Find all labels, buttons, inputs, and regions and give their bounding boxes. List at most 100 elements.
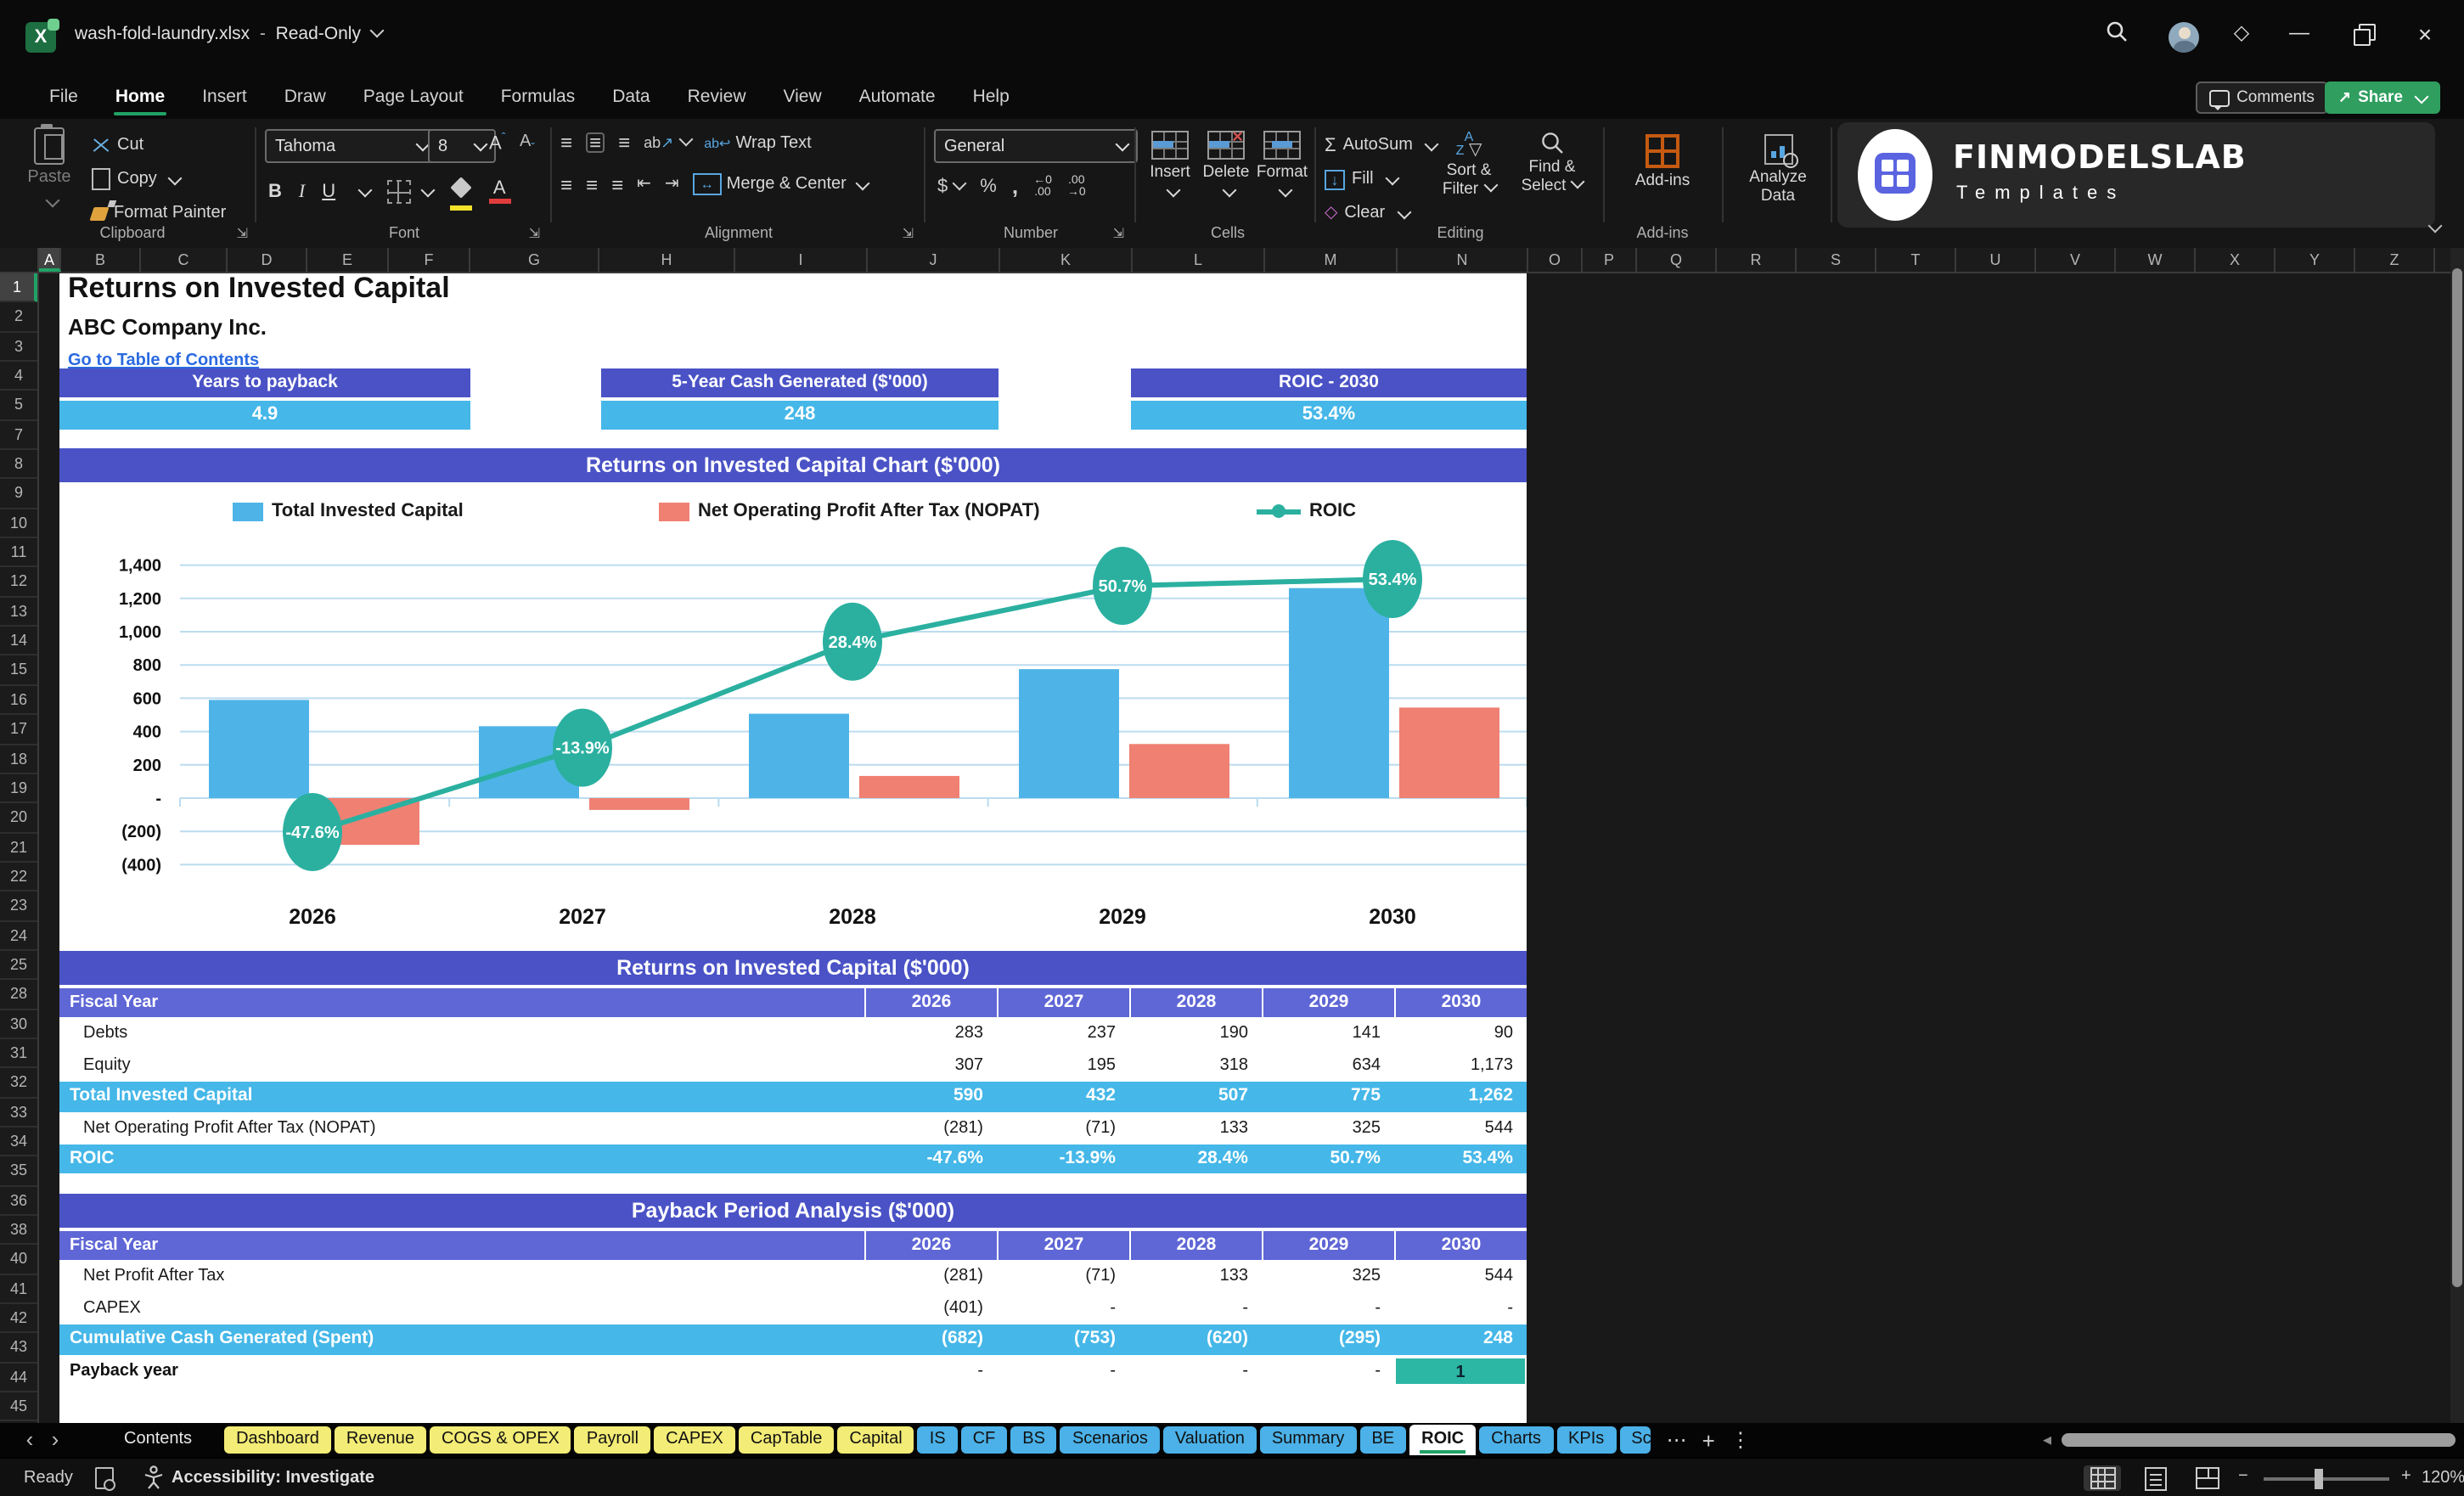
ribbon-tab-draw[interactable]: Draw	[266, 75, 345, 119]
column-header-M[interactable]: M	[1265, 248, 1398, 272]
row-header-23[interactable]: 23	[0, 891, 37, 921]
wrap-text-button[interactable]: ab↩Wrap Text	[704, 133, 812, 152]
zoom-slider-thumb[interactable]	[2315, 1469, 2323, 1489]
column-header-T[interactable]: T	[1876, 248, 1956, 272]
row-header-21[interactable]: 21	[0, 833, 37, 863]
decrease-decimal-button[interactable]: .00→0	[1067, 174, 1086, 198]
row-header-9[interactable]: 9	[0, 480, 37, 509]
decrease-font-button[interactable]: Aˇ	[520, 132, 535, 155]
sort-filter-button[interactable]: AZ ▽ Sort &Filter	[1433, 131, 1505, 199]
sheet-tab-kpis[interactable]: KPIs	[1556, 1426, 1616, 1454]
column-header-N[interactable]: N	[1398, 248, 1528, 272]
macro-record-icon[interactable]	[95, 1467, 114, 1489]
row-header-40[interactable]: 40	[0, 1246, 37, 1275]
prev-sheet-arrow[interactable]: ‹	[17, 1423, 42, 1457]
row-header-22[interactable]: 22	[0, 863, 37, 892]
page-break-view-button[interactable]	[2189, 1465, 2226, 1491]
row-header-7[interactable]: 7	[0, 420, 37, 450]
row-header-2[interactable]: 2	[0, 303, 37, 333]
ribbon-tab-page-layout[interactable]: Page Layout	[345, 75, 482, 119]
column-header-L[interactable]: L	[1133, 248, 1265, 272]
column-header-R[interactable]: R	[1717, 248, 1797, 272]
comments-button[interactable]: Comments	[2196, 82, 2328, 114]
font-dialog-launcher[interactable]: ⇲	[529, 226, 540, 241]
minimize-button[interactable]: —	[2282, 20, 2316, 44]
search-icon[interactable]	[2099, 20, 2133, 48]
row-header-33[interactable]: 33	[0, 1098, 37, 1128]
sheet-tab-summary[interactable]: Summary	[1260, 1426, 1357, 1454]
ribbon-tab-insert[interactable]: Insert	[183, 75, 266, 119]
underline-button[interactable]: U	[322, 182, 335, 202]
user-avatar[interactable]	[2169, 22, 2199, 53]
ribbon-tab-data[interactable]: Data	[593, 75, 668, 119]
sheet-tab-sc[interactable]: Sc	[1619, 1426, 1651, 1454]
sheet-tab-scenarios[interactable]: Scenarios	[1060, 1426, 1160, 1454]
row-header-41[interactable]: 41	[0, 1274, 37, 1304]
horizontal-scrollbar-thumb[interactable]	[2062, 1433, 2456, 1447]
row-header-4[interactable]: 4	[0, 362, 37, 391]
addins-button[interactable]: Add-ins	[1610, 134, 1715, 190]
close-button[interactable]: ×	[2408, 20, 2442, 48]
sheet-options-icon[interactable]: ⋮	[1730, 1428, 1751, 1452]
share-button[interactable]: ↗ Share	[2325, 82, 2440, 114]
row-header-5[interactable]: 5	[0, 391, 37, 421]
row-header-45[interactable]: 45	[0, 1392, 37, 1422]
column-header-X[interactable]: X	[2196, 248, 2276, 272]
sheet-tab-capital[interactable]: Capital	[837, 1426, 914, 1454]
column-header-G[interactable]: G	[470, 248, 599, 272]
row-header-16[interactable]: 16	[0, 686, 37, 716]
select-all-corner[interactable]	[0, 248, 39, 272]
ribbon-tab-view[interactable]: View	[765, 75, 841, 119]
align-middle-icon[interactable]: ≡	[586, 132, 605, 153]
paste-button[interactable]: Paste	[17, 127, 82, 217]
row-header-20[interactable]: 20	[0, 803, 37, 833]
row-header-42[interactable]: 42	[0, 1304, 37, 1334]
table-of-contents-link[interactable]: Go to Table of Contents	[68, 352, 259, 370]
row-header-35[interactable]: 35	[0, 1157, 37, 1187]
column-header-P[interactable]: P	[1583, 248, 1637, 272]
document-title[interactable]: wash-fold-laundry.xlsx - Read-Only	[75, 24, 383, 44]
row-header-18[interactable]: 18	[0, 745, 37, 774]
sheet-tab-is[interactable]: IS	[918, 1426, 958, 1454]
currency-format-button[interactable]: $	[937, 176, 965, 196]
decrease-indent-icon[interactable]: ⇤	[637, 175, 651, 194]
percent-format-button[interactable]: %	[980, 176, 997, 196]
row-header-28[interactable]: 28	[0, 981, 37, 1010]
column-header-I[interactable]: I	[735, 248, 868, 272]
find-select-button[interactable]: Find &Select	[1515, 131, 1589, 195]
hscroll-left-arrow[interactable]: ◂	[2043, 1431, 2051, 1450]
align-left-icon[interactable]: ≡	[560, 176, 572, 193]
sheet-tab-valuation[interactable]: Valuation	[1163, 1426, 1257, 1454]
row-header-8[interactable]: 8	[0, 450, 37, 480]
row-header-43[interactable]: 43	[0, 1334, 37, 1364]
row-header-44[interactable]: 44	[0, 1363, 37, 1392]
row-header-38[interactable]: 38	[0, 1216, 37, 1246]
column-header-Z[interactable]: Z	[2355, 248, 2435, 272]
add-sheet-button[interactable]: +	[1702, 1427, 1715, 1453]
ribbon-tab-help[interactable]: Help	[954, 75, 1028, 119]
zoom-level[interactable]: 120%	[2422, 1469, 2464, 1488]
row-header-34[interactable]: 34	[0, 1128, 37, 1157]
column-header-U[interactable]: U	[1956, 248, 2036, 272]
increase-font-button[interactable]: Aˆ	[489, 132, 505, 154]
italic-button[interactable]: I	[299, 182, 305, 202]
alignment-dialog-launcher[interactable]: ⇲	[903, 226, 914, 241]
format-painter-button[interactable]: Format Painter	[92, 199, 226, 228]
column-header-S[interactable]: S	[1797, 248, 1876, 272]
analyze-data-button[interactable]: AnalyzeData	[1729, 134, 1827, 205]
row-header-31[interactable]: 31	[0, 1039, 37, 1069]
zoom-in-button[interactable]: +	[2401, 1467, 2411, 1486]
clear-button[interactable]: ◇Clear	[1325, 199, 1437, 228]
cut-button[interactable]: Cut	[92, 131, 226, 160]
row-header-32[interactable]: 32	[0, 1069, 37, 1099]
column-header-A[interactable]: A	[39, 248, 61, 272]
sheet-tab-contents[interactable]: Contents	[112, 1426, 204, 1454]
row-header-15[interactable]: 15	[0, 656, 37, 686]
row-header-30[interactable]: 30	[0, 1010, 37, 1039]
align-right-icon[interactable]: ≡	[611, 176, 623, 193]
sheet-tab-cf[interactable]: CF	[961, 1426, 1008, 1454]
merge-center-button[interactable]: ↔Merge & Center	[693, 173, 869, 195]
row-header-24[interactable]: 24	[0, 921, 37, 951]
accessibility-status[interactable]: Accessibility: Investigate	[172, 1469, 374, 1488]
sheet-tab-captable[interactable]: CapTable	[739, 1426, 835, 1454]
